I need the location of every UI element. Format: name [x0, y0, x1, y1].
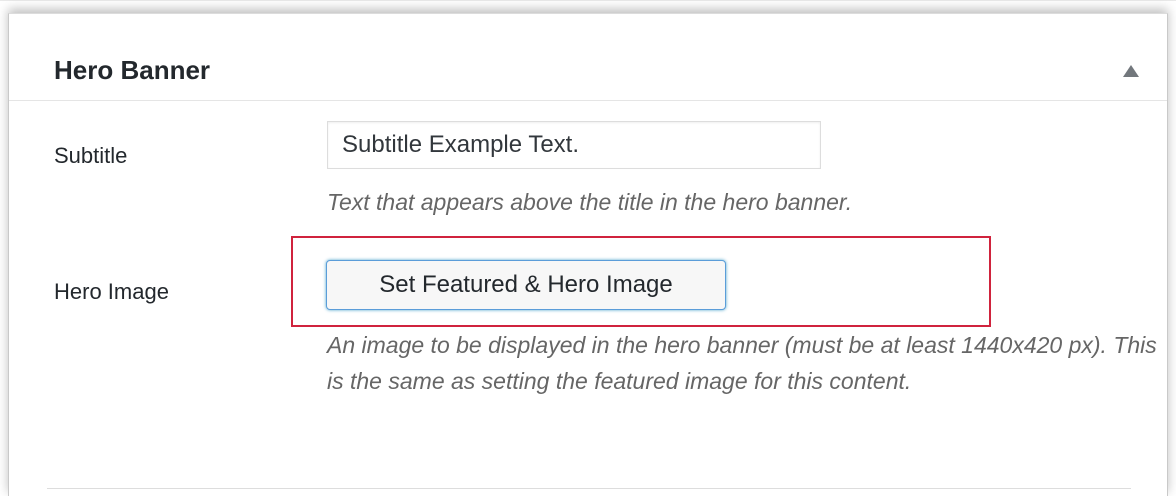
hero-banner-metabox: Hero Banner Subtitle Text that appears a… — [8, 13, 1168, 496]
subtitle-input[interactable] — [327, 121, 821, 169]
subtitle-description: Text that appears above the title in the… — [327, 189, 853, 215]
set-featured-hero-image-button[interactable]: Set Featured & Hero Image — [326, 260, 726, 310]
metabox-title: Hero Banner — [54, 55, 211, 85]
subtitle-label: Subtitle — [54, 143, 128, 168]
hero-image-label: Hero Image — [54, 279, 169, 304]
section-divider — [47, 488, 1131, 489]
collapse-toggle-button[interactable] — [1119, 60, 1143, 82]
page-frame: Hero Banner Subtitle Text that appears a… — [0, 0, 1176, 496]
hero-image-description: An image to be displayed in the hero ban… — [327, 332, 1157, 394]
metabox-header[interactable]: Hero Banner — [9, 14, 1167, 101]
triangle-up-icon — [1123, 65, 1139, 77]
